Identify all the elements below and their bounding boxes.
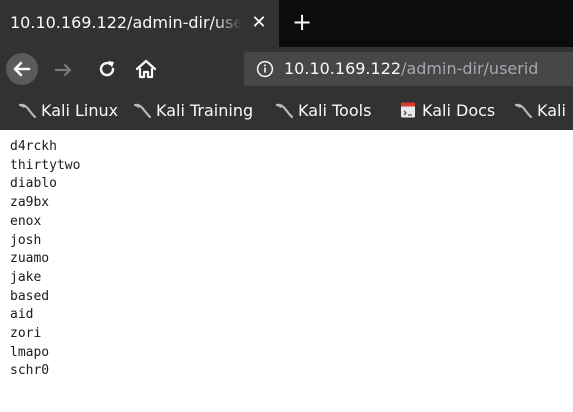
list-item: zori (10, 326, 42, 342)
back-button[interactable] (6, 53, 38, 85)
list-item: lmapo (10, 344, 50, 360)
page-content: d4rckh thirtytwo diablo za9bx enox josh … (0, 130, 573, 412)
bookmarks-toolbar: Kali Linux Kali Training Kali Tools Kali… (0, 92, 573, 130)
list-item: thirtytwo (10, 157, 81, 173)
navigation-toolbar: 10.10.169.122/admin-dir/userid (0, 47, 573, 92)
list-item: zuamo (10, 251, 50, 267)
forward-button[interactable] (53, 59, 75, 81)
url-text[interactable]: 10.10.169.122/admin-dir/userid (284, 59, 538, 78)
bookmark-kali-docs[interactable]: Kali Docs (399, 101, 495, 121)
kali-dragon-icon (514, 103, 532, 119)
info-icon[interactable] (256, 60, 274, 78)
list-item: based (10, 288, 50, 304)
tab-title: 10.10.169.122/admin-dir/userid (10, 13, 242, 32)
arrow-right-icon (54, 63, 72, 77)
bookmark-kali-training[interactable]: Kali Training (133, 101, 253, 121)
bookmark-kali-tools[interactable]: Kali Tools (275, 101, 371, 121)
list-item: schr0 (10, 363, 50, 379)
new-tab-button[interactable]: + (290, 10, 314, 34)
address-bar[interactable]: 10.10.169.122/admin-dir/userid (244, 52, 573, 86)
bookmark-label: Kali Tools (298, 101, 372, 120)
url-host: 10.10.169.122 (284, 59, 402, 78)
bookmark-label: Kali Docs (422, 101, 496, 120)
url-path: /admin-dir/userid (401, 59, 539, 78)
bookmark-kali[interactable]: Kali (514, 101, 566, 121)
bookmark-label: Kali Linux (41, 101, 119, 120)
tab-strip: 10.10.169.122/admin-dir/userid ✕ + (0, 0, 573, 47)
reload-button[interactable] (96, 58, 118, 80)
kali-dragon-icon (133, 103, 151, 119)
home-icon (135, 59, 157, 79)
bookmark-label: Kali Training (156, 101, 254, 120)
active-tab[interactable]: 10.10.169.122/admin-dir/userid ✕ (0, 0, 279, 47)
reload-icon (99, 61, 115, 77)
bookmark-label: Kali (537, 101, 566, 120)
list-item: d4rckh (10, 139, 57, 154)
list-item: aid (10, 307, 34, 323)
kali-docs-icon (401, 102, 415, 118)
kali-dragon-icon (275, 103, 293, 119)
list-item: diablo (10, 176, 57, 192)
bookmark-kali-linux[interactable]: Kali Linux (18, 101, 118, 121)
userid-listing: d4rckh thirtytwo diablo za9bx enox josh … (10, 138, 80, 381)
kali-dragon-icon (18, 103, 36, 119)
close-tab-icon[interactable]: ✕ (250, 13, 268, 33)
list-item: jake (10, 269, 42, 285)
home-button[interactable] (134, 57, 158, 81)
arrow-left-icon (13, 61, 31, 77)
list-item: enox (10, 213, 42, 229)
list-item: za9bx (10, 195, 50, 211)
list-item: josh (10, 232, 42, 248)
